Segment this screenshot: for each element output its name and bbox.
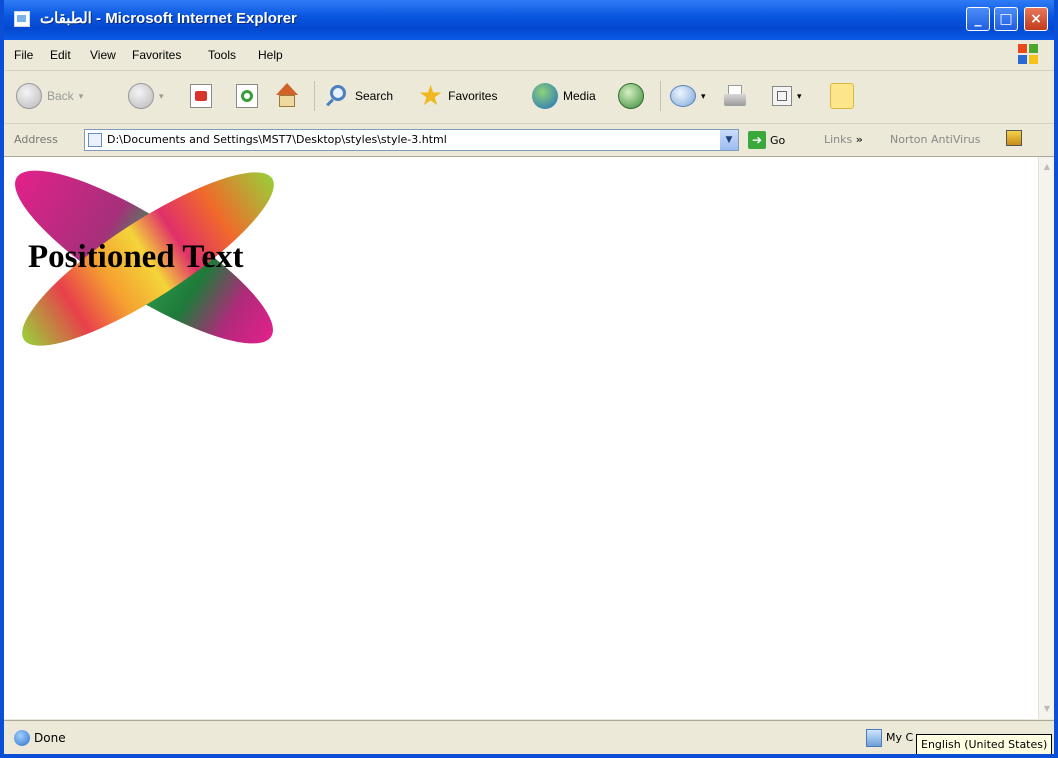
media-globe-icon — [532, 83, 558, 109]
standard-toolbar: Back ▾ ▾ Search ★ Favorites Media ▾ ▾ — [4, 71, 1054, 124]
close-button[interactable]: × — [1024, 7, 1048, 31]
ie-window: الطبقات - Microsoft Internet Explorer _ … — [0, 0, 1058, 758]
computer-zone-icon — [866, 729, 882, 747]
address-bar: Address D:\Documents and Settings\MST7\D… — [4, 124, 1054, 157]
status-bar: Done My C English (United States) — [4, 720, 1054, 754]
edit-page-icon — [772, 86, 792, 106]
mail-dropdown-icon: ▾ — [701, 90, 706, 101]
menu-favorites[interactable]: Favorites — [132, 48, 181, 62]
back-arrow-icon — [16, 83, 42, 109]
search-button[interactable]: Search — [324, 79, 393, 113]
toolbar-separator — [660, 81, 661, 111]
done-page-icon — [14, 730, 30, 746]
favorites-button[interactable]: ★ Favorites — [418, 79, 497, 113]
vertical-scrollbar[interactable]: ▲ ▼ — [1038, 157, 1054, 719]
address-input[interactable]: D:\Documents and Settings\MST7\Desktop\s… — [84, 129, 739, 151]
back-dropdown-icon: ▾ — [78, 90, 84, 101]
back-button[interactable]: Back ▾ — [16, 79, 83, 113]
menu-view[interactable]: View — [90, 48, 116, 62]
menu-help[interactable]: Help — [258, 48, 283, 62]
history-icon — [618, 83, 644, 109]
refresh-button[interactable] — [236, 79, 258, 113]
maximize-button[interactable]: □ — [994, 7, 1018, 31]
stop-button[interactable] — [190, 79, 212, 113]
scroll-up-icon[interactable]: ▲ — [1040, 159, 1054, 175]
forward-dropdown-icon: ▾ — [159, 90, 164, 101]
links-label: Links — [824, 133, 853, 146]
star-icon: ★ — [418, 80, 444, 111]
stop-icon — [190, 84, 212, 108]
ie-page-icon — [14, 11, 30, 27]
home-icon — [274, 83, 300, 109]
forward-button[interactable]: ▾ — [128, 79, 164, 113]
messenger-button[interactable] — [830, 79, 854, 113]
note-icon — [830, 83, 854, 109]
address-label: Address — [14, 133, 58, 146]
links-toolbar[interactable]: Links » — [824, 133, 863, 146]
positioned-text: Positioned Text — [28, 239, 244, 275]
media-button[interactable]: Media — [532, 79, 596, 113]
mail-icon — [670, 85, 696, 107]
go-label: Go — [770, 133, 786, 147]
print-button[interactable] — [722, 79, 748, 113]
address-dropdown-icon[interactable]: ▼ — [720, 130, 738, 150]
favorites-label: Favorites — [448, 89, 498, 103]
go-arrow-icon: ➔ — [748, 131, 766, 149]
go-button[interactable]: ➔ Go — [748, 131, 785, 149]
menu-bar: File Edit View Favorites Tools Help — [4, 40, 1054, 71]
page-content: Positioned Text — [4, 157, 1038, 719]
search-icon — [324, 83, 350, 109]
edit-button[interactable]: ▾ — [772, 79, 802, 113]
status-text: Done — [34, 731, 66, 745]
toolbar-separator — [314, 81, 315, 111]
menu-edit[interactable]: Edit — [50, 48, 71, 62]
zone-text: My C — [886, 731, 914, 744]
window-title: الطبقات - Microsoft Internet Explorer — [40, 10, 297, 27]
search-label: Search — [355, 89, 394, 103]
minimize-button[interactable]: _ — [966, 7, 990, 31]
printer-icon — [722, 83, 748, 109]
menu-file[interactable]: File — [14, 48, 33, 62]
back-label: Back — [47, 89, 74, 103]
norton-antivirus-label[interactable]: Norton AntiVirus — [890, 133, 980, 146]
refresh-icon — [236, 84, 258, 108]
title-bar[interactable]: الطبقات - Microsoft Internet Explorer _ … — [4, 0, 1054, 40]
edit-dropdown-icon: ▾ — [797, 90, 802, 101]
page-icon — [88, 133, 102, 147]
forward-arrow-icon — [128, 83, 154, 109]
windows-logo-icon — [1018, 44, 1040, 66]
home-button[interactable] — [274, 79, 300, 113]
norton-icon[interactable] — [1006, 130, 1024, 148]
history-button[interactable] — [618, 79, 644, 113]
language-tooltip: English (United States) — [916, 734, 1053, 754]
address-value: D:\Documents and Settings\MST7\Desktop\s… — [107, 133, 447, 146]
media-label: Media — [563, 89, 596, 103]
mail-button[interactable]: ▾ — [670, 79, 706, 113]
scroll-down-icon[interactable]: ▼ — [1040, 701, 1054, 717]
menu-tools[interactable]: Tools — [208, 48, 236, 62]
